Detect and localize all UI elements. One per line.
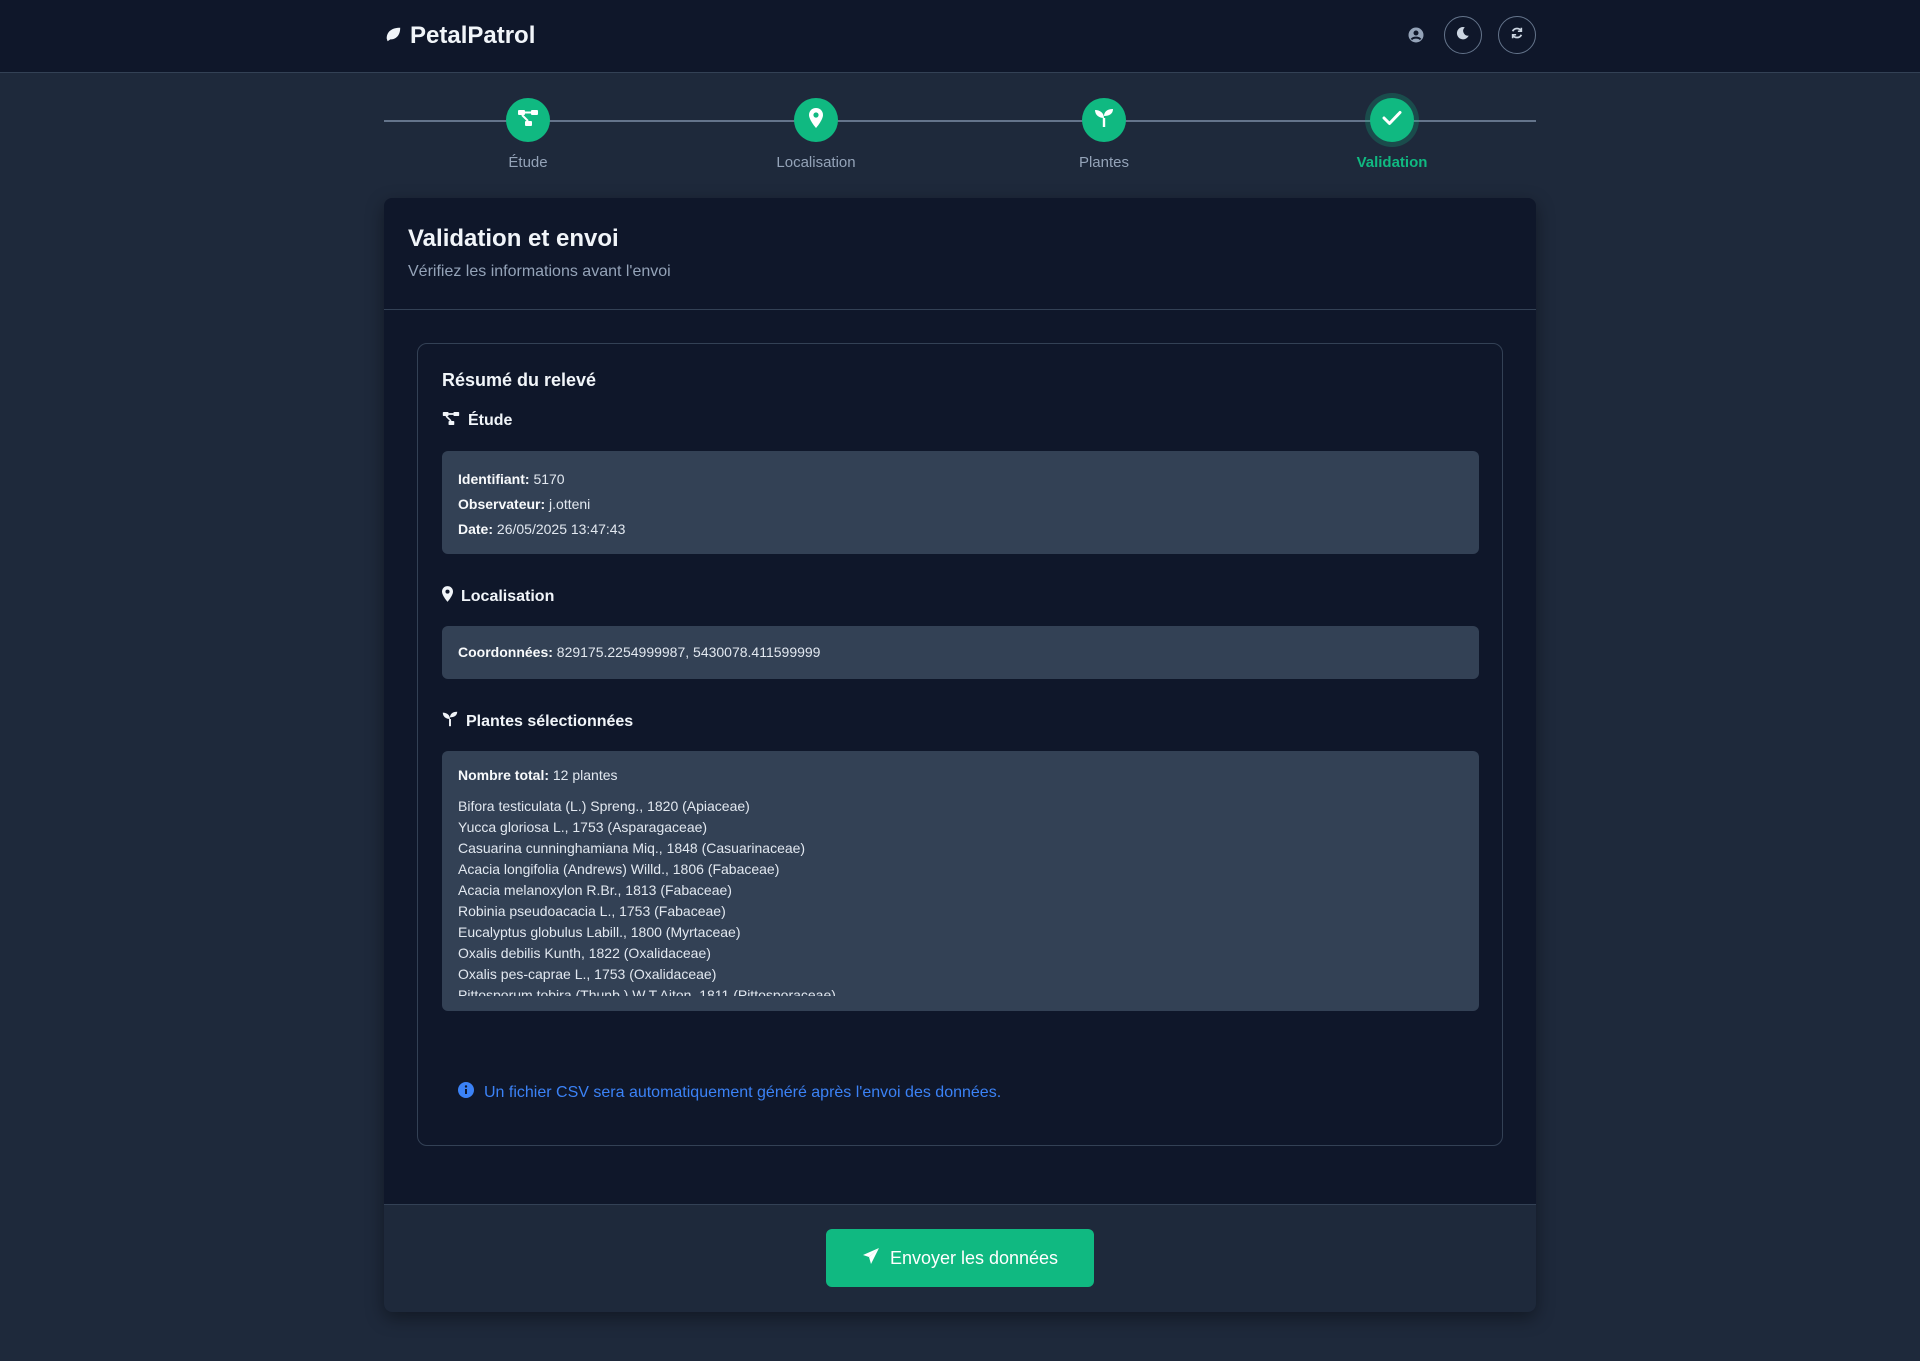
section-label: Localisation (461, 587, 555, 605)
localisation-details-box: Coordonnées: 829175.2254999987, 5430078.… (442, 626, 1479, 679)
project-diagram-icon (442, 411, 460, 431)
observateur-value: j.otteni (549, 496, 591, 512)
validation-card: Validation et envoi Vérifiez les informa… (384, 198, 1536, 1312)
summary-title: Résumé du relevé (442, 370, 597, 390)
csv-info-notice: Un fichier CSV sera automatiquement géné… (458, 1082, 1001, 1103)
seedling-icon (442, 711, 458, 732)
plants-list[interactable]: Bifora testiculata (L.) Spreng., 1820 (A… (458, 796, 1463, 996)
coords-label: Coordonnées: (458, 644, 553, 660)
plant-item: Casuarina cunninghamiana Miq., 1848 (Cas… (458, 840, 806, 856)
step-label: Étude (508, 154, 548, 171)
top-navbar: PetalPatrol (0, 0, 1920, 73)
card-subtitle: Vérifiez les informations avant l'envoi (408, 263, 671, 280)
total-label: Nombre total: (458, 767, 549, 783)
etude-details-box: Identifiant: 5170 Observateur: j.otteni … (442, 451, 1479, 554)
plant-item: Eucalyptus globulus Labill., 1800 (Myrta… (458, 924, 741, 940)
coords-value: 829175.2254999987, 5430078.411599999 (556, 644, 821, 660)
paper-plane-icon (862, 1247, 880, 1270)
card-header: Validation et envoi Vérifiez les informa… (384, 198, 1536, 310)
step-label: Localisation (776, 154, 856, 171)
date-label: Date: (458, 521, 494, 537)
observateur-row: Observateur: j.otteni (458, 492, 1463, 517)
step-label: Plantes (1078, 154, 1130, 171)
plant-item: Oxalis pes-caprae L., 1753 (Oxalidaceae) (458, 966, 717, 982)
leaf-icon (384, 22, 402, 50)
step-plantes[interactable]: Plantes (1034, 98, 1174, 171)
section-label: Plantes sélectionnées (466, 712, 634, 730)
plantes-section-title: Plantes sélectionnées (442, 711, 633, 732)
moon-icon (1456, 26, 1470, 45)
step-circle (1370, 98, 1414, 142)
localisation-section-title: Localisation (442, 586, 554, 607)
brand-name: PetalPatrol (410, 22, 536, 49)
check-icon (1382, 110, 1402, 131)
card-footer: Envoyer les données (384, 1204, 1536, 1312)
step-localisation[interactable]: Localisation (746, 98, 886, 171)
progress-stepper: Étude Localisation Plantes Validation (384, 98, 1536, 178)
info-circle-icon (458, 1082, 474, 1103)
map-pin-icon (442, 586, 453, 607)
plant-item: Robinia pseudoacacia L., 1753 (Fabaceae) (458, 903, 726, 919)
coords-row: Coordonnées: 829175.2254999987, 5430078.… (458, 640, 1463, 665)
identifiant-label: Identifiant: (458, 471, 530, 487)
total-row: Nombre total: 12 plantes (458, 763, 1463, 788)
refresh-button[interactable] (1498, 16, 1536, 54)
step-circle (794, 98, 838, 142)
card-title: Validation et envoi (408, 225, 619, 252)
section-label: Étude (468, 412, 513, 429)
date-value: 26/05/2025 13:47:43 (496, 521, 626, 537)
brand[interactable]: PetalPatrol (384, 22, 535, 50)
etude-section-title: Étude (442, 411, 512, 431)
identifiant-row: Identifiant: 5170 (458, 467, 1463, 492)
map-pin-icon (809, 107, 823, 133)
send-button-label: Envoyer les données (889, 1247, 1059, 1268)
plant-item: Oxalis debilis Kunth, 1822 (Oxalidaceae) (458, 945, 711, 961)
identifiant-value: 5170 (533, 471, 565, 487)
summary-panel: Résumé du relevé Étude Identifiant: 5170… (417, 343, 1503, 1146)
plant-item: Bifora testiculata (L.) Spreng., 1820 (A… (458, 798, 750, 814)
step-validation[interactable]: Validation (1322, 98, 1462, 171)
step-circle (1082, 98, 1126, 142)
step-circle (506, 98, 550, 142)
plant-item: Yucca gloriosa L., 1753 (Asparagaceae) (458, 819, 708, 835)
total-value: 12 plantes (552, 767, 618, 783)
plant-item: Pittosporum tobira (Thunb.) W.T.Aiton, 1… (458, 987, 836, 996)
project-diagram-icon (517, 109, 539, 132)
step-label: Validation (1356, 154, 1428, 171)
plantes-details-box: Nombre total: 12 plantes Bifora testicul… (442, 751, 1479, 1011)
seedling-icon (1094, 108, 1114, 133)
date-row: Date: 26/05/2025 13:47:43 (458, 517, 1463, 542)
send-data-button[interactable]: Envoyer les données (826, 1229, 1094, 1287)
theme-toggle-button[interactable] (1444, 16, 1482, 54)
plant-item: Acacia melanoxylon R.Br., 1813 (Fabaceae… (458, 882, 732, 898)
user-circle-icon[interactable] (1404, 23, 1428, 47)
plant-item: Acacia longifolia (Andrews) Willd., 1806… (458, 861, 780, 877)
step-etude[interactable]: Étude (458, 98, 598, 171)
info-text: Un fichier CSV sera automatiquement géné… (484, 1083, 1002, 1101)
refresh-icon (1510, 26, 1524, 45)
observateur-label: Observateur: (458, 496, 546, 512)
